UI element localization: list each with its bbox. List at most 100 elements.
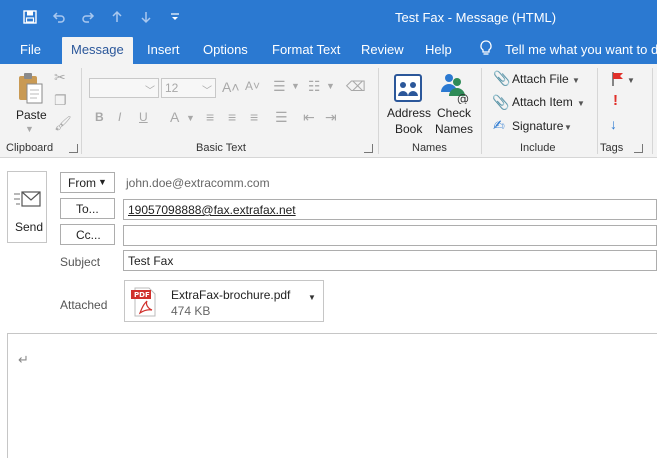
follow-up-flag-icon[interactable]: [611, 71, 625, 90]
up-arrow-icon[interactable]: [108, 8, 126, 26]
subject-field[interactable]: Test Fax: [123, 250, 657, 271]
decrease-indent-icon[interactable]: ⇤: [303, 109, 315, 126]
message-body[interactable]: ↵: [7, 333, 657, 458]
attach-item-dropdown-icon[interactable]: ▼: [577, 99, 585, 108]
increase-indent-icon[interactable]: ⇥: [325, 109, 337, 126]
subject-value: Test Fax: [128, 254, 174, 268]
tags-launcher-icon[interactable]: [634, 144, 643, 153]
address-book-label-2[interactable]: Book: [395, 122, 422, 136]
attach-file-button[interactable]: Attach File: [512, 72, 569, 86]
from-dropdown-icon: ▼: [98, 177, 107, 187]
attachment-item[interactable]: PDF ExtraFax-brochure.pdf 474 KB ▼: [124, 280, 324, 322]
numbering-dropdown-icon[interactable]: ▼: [326, 81, 335, 91]
paste-dropdown-arrow[interactable]: ▼: [25, 124, 34, 134]
to-label: To...: [76, 202, 99, 216]
tab-file[interactable]: File: [20, 42, 41, 57]
font-size-combo[interactable]: 12 ﹀: [161, 78, 216, 98]
low-importance-icon[interactable]: ↓: [610, 116, 617, 132]
redo-icon[interactable]: [79, 8, 97, 26]
to-recipient[interactable]: 19057098888@fax.extrafax.net: [128, 203, 296, 217]
attachment-dropdown-icon[interactable]: ▼: [308, 293, 316, 302]
tab-options[interactable]: Options: [203, 42, 248, 57]
address-book-icon[interactable]: [392, 72, 424, 104]
cut-icon[interactable]: ✂: [54, 69, 66, 86]
tab-insert[interactable]: Insert: [147, 42, 180, 57]
justify-icon[interactable]: ☰: [275, 109, 288, 126]
numbering-icon[interactable]: ☷: [308, 78, 321, 95]
attached-label: Attached: [60, 298, 108, 312]
down-arrow-icon[interactable]: [137, 8, 155, 26]
group-label-clipboard: Clipboard: [6, 142, 54, 154]
menu-tabs: File Message Insert Options Format Text …: [0, 35, 657, 64]
save-icon[interactable]: [21, 8, 39, 26]
high-importance-icon[interactable]: !: [613, 92, 618, 109]
signature-button[interactable]: Signature: [512, 119, 563, 133]
title-bar: Test Fax - Message (HTML): [0, 0, 657, 35]
group-separator: [378, 68, 379, 154]
signature-dropdown-icon[interactable]: ▼: [564, 123, 572, 132]
group-separator: [481, 68, 482, 154]
tab-review[interactable]: Review: [361, 42, 404, 57]
send-label: Send: [15, 220, 44, 234]
window-title: Test Fax - Message (HTML): [395, 10, 557, 25]
shrink-font-icon[interactable]: A˅: [245, 79, 260, 93]
tab-message[interactable]: Message: [62, 37, 133, 64]
font-color-dropdown-icon[interactable]: ▼: [186, 113, 195, 123]
attach-item-button[interactable]: Attach Item: [512, 95, 573, 109]
signature-icon: ✍: [493, 117, 505, 133]
align-left-icon[interactable]: ≡: [206, 109, 214, 125]
align-right-icon[interactable]: ≡: [250, 109, 258, 125]
group-label-tags: Tags: [600, 142, 624, 154]
send-button[interactable]: Send: [7, 171, 47, 243]
to-field[interactable]: 19057098888@fax.extrafax.net: [123, 199, 657, 220]
tell-me-search[interactable]: Tell me what you want to do: [505, 42, 657, 57]
from-value: john.doe@extracomm.com: [126, 176, 270, 190]
undo-icon[interactable]: [50, 8, 68, 26]
underline-button[interactable]: U: [139, 110, 148, 124]
align-center-icon[interactable]: ≡: [228, 109, 236, 125]
cc-button[interactable]: Cc...: [60, 224, 115, 245]
pdf-file-icon: PDF: [131, 287, 157, 317]
attach-item-icon: 📎: [492, 94, 510, 110]
bullets-icon[interactable]: ☰: [273, 78, 286, 95]
check-names-label-1[interactable]: Check: [437, 106, 471, 120]
subject-label: Subject: [60, 255, 101, 269]
paste-button[interactable]: Paste: [16, 108, 47, 122]
ribbon: Paste ▼ ✂ ❐ 🖌 Clipboard ﹀ 12 ﹀ A˄ A˅ ☰ ▼…: [0, 64, 657, 158]
paperclip-icon: 📎: [493, 70, 511, 86]
group-label-include: Include: [520, 142, 556, 154]
clipboard-launcher-icon[interactable]: [69, 144, 78, 153]
tab-help[interactable]: Help: [425, 42, 452, 57]
basic-text-launcher-icon[interactable]: [364, 144, 373, 153]
clear-formatting-icon[interactable]: ⌫: [346, 78, 366, 95]
font-size-value: 12: [165, 81, 179, 95]
grow-font-icon[interactable]: A˄: [222, 79, 240, 95]
format-painter-icon[interactable]: 🖌: [54, 115, 72, 132]
group-separator: [597, 68, 598, 154]
send-icon: [14, 190, 42, 211]
tab-format-text[interactable]: Format Text: [272, 42, 340, 57]
attach-file-dropdown-icon[interactable]: ▼: [572, 76, 580, 85]
group-label-names: Names: [412, 142, 447, 154]
from-label: From: [68, 176, 96, 190]
check-names-icon[interactable]: @: [437, 70, 471, 106]
address-book-label-1[interactable]: Address: [387, 106, 431, 120]
customize-icon[interactable]: [166, 8, 184, 26]
paste-icon[interactable]: [16, 72, 46, 106]
check-names-label-2[interactable]: Names: [435, 122, 473, 136]
from-button[interactable]: From ▼: [60, 172, 115, 193]
svg-text:@: @: [457, 92, 469, 104]
attachment-name: ExtraFax-brochure.pdf: [171, 288, 291, 302]
group-separator: [652, 68, 653, 154]
cc-field[interactable]: [123, 225, 657, 246]
font-color-button[interactable]: A: [170, 109, 179, 125]
font-name-combo[interactable]: ﹀: [89, 78, 159, 98]
to-button[interactable]: To...: [60, 198, 115, 219]
copy-icon[interactable]: ❐: [54, 92, 67, 109]
bold-button[interactable]: B: [95, 110, 104, 124]
group-separator: [81, 68, 82, 154]
lightbulb-icon[interactable]: [479, 40, 493, 59]
italic-button[interactable]: I: [118, 110, 121, 124]
follow-up-dropdown-icon[interactable]: ▼: [627, 76, 635, 85]
bullets-dropdown-icon[interactable]: ▼: [291, 81, 300, 91]
